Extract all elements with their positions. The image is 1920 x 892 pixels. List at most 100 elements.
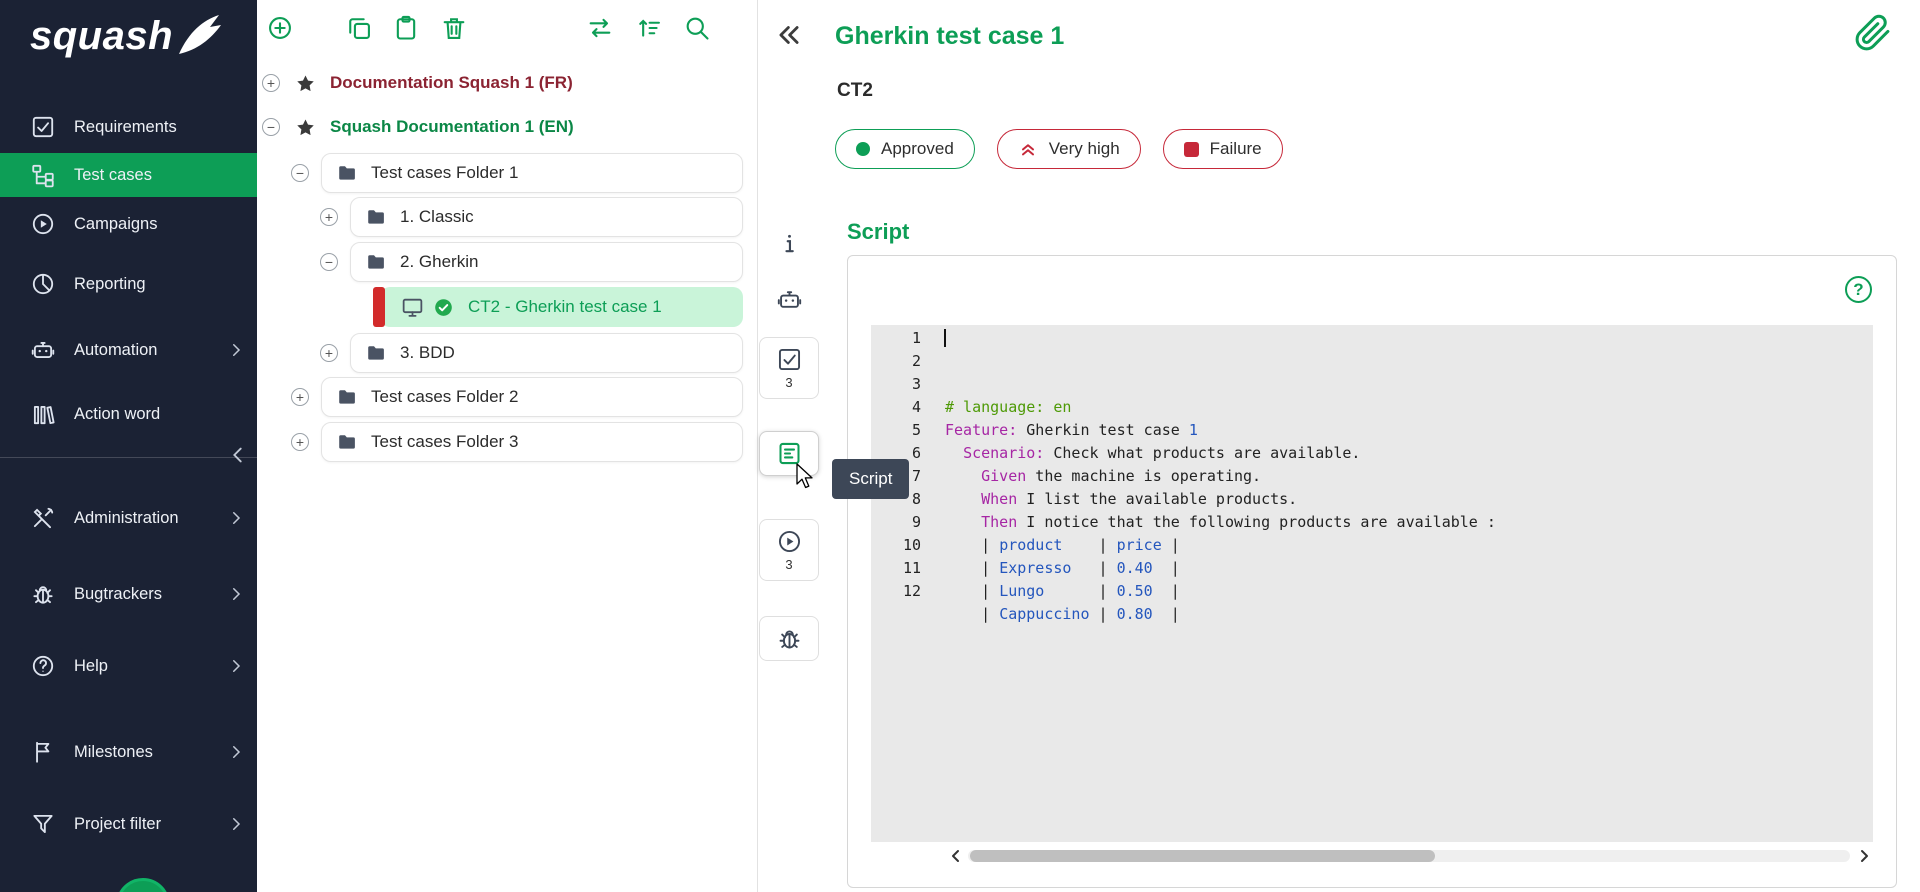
sidebar-item-label: Automation: [74, 341, 157, 360]
chevron-right-icon: [227, 341, 245, 359]
sidebar-item-automation[interactable]: Automation: [0, 328, 257, 372]
sidebar-item-label: Test cases: [74, 166, 152, 185]
attachments-button[interactable]: [1854, 14, 1892, 52]
sidebar-item-label: Action word: [74, 405, 160, 424]
sidebar-item-administration[interactable]: Administration: [0, 496, 257, 540]
folder-icon: [365, 251, 387, 273]
sidebar-item-reporting[interactable]: Reporting: [0, 262, 257, 306]
user-avatar[interactable]: [116, 878, 170, 892]
sidebar-item-label: Help: [74, 657, 108, 676]
tab-issues-button[interactable]: [759, 616, 819, 661]
expand-toggle[interactable]: +: [291, 433, 309, 451]
tree-node-folder-classic[interactable]: 1. Classic: [350, 197, 743, 237]
test-case-tree-panel: + Documentation Squash 1 (FR) − Squash D…: [257, 0, 758, 892]
scroll-left-button[interactable]: [948, 848, 964, 864]
tooltip: Script: [832, 459, 909, 499]
folder-icon: [336, 431, 358, 453]
sidebar-item-label: Project filter: [74, 815, 161, 834]
tree-node-folder-bdd[interactable]: 3. BDD: [350, 333, 743, 373]
tree-node-project-fr[interactable]: Documentation Squash 1 (FR): [295, 63, 573, 103]
expand-toggle[interactable]: +: [262, 74, 280, 92]
expand-toggle[interactable]: +: [320, 344, 338, 362]
chevron-right-icon: [227, 585, 245, 603]
bug-icon: [776, 625, 803, 652]
library-icon: [30, 401, 56, 427]
new-button[interactable]: [262, 10, 298, 46]
robot-icon: [30, 337, 56, 363]
tree-node-label: Squash Documentation 1 (EN): [330, 117, 574, 137]
sidebar-item-campaigns[interactable]: Campaigns: [0, 202, 257, 246]
sidebar-item-project-filter[interactable]: Project filter: [0, 802, 257, 846]
gherkin-editor[interactable]: 123456789101112 # language: enFeature: G…: [871, 325, 1873, 842]
tab-script-button[interactable]: [759, 431, 819, 476]
bug-icon: [30, 581, 56, 607]
collapse-panel-button[interactable]: [774, 20, 804, 50]
scrollbar-thumb[interactable]: [970, 850, 1435, 862]
sidebar-item-label: Milestones: [74, 743, 153, 762]
execution-status-badge[interactable]: Failure: [1163, 129, 1283, 169]
sort-button[interactable]: [631, 10, 667, 46]
tree-node-folder-1[interactable]: Test cases Folder 1: [321, 153, 743, 193]
chevron-right-icon: [227, 743, 245, 761]
importance-badge[interactable]: Very high: [997, 129, 1141, 169]
tab-executions-button[interactable]: 3: [759, 519, 819, 581]
collapse-toggle[interactable]: −: [262, 118, 280, 136]
sidebar-item-label: Campaigns: [74, 215, 157, 234]
sidebar-collapse-button[interactable]: [227, 444, 249, 466]
chevron-right-icon: [227, 815, 245, 833]
sidebar-item-help[interactable]: Help: [0, 644, 257, 688]
tree-node-folder-gherkin[interactable]: 2. Gherkin: [350, 242, 743, 282]
chevron-right-icon: [227, 657, 245, 675]
tree-node-label: CT2 - Gherkin test case 1: [468, 297, 662, 317]
milestone-marker: [373, 287, 385, 327]
sidebar-item-milestones[interactable]: Milestones: [0, 730, 257, 774]
copy-button[interactable]: [341, 10, 377, 46]
expand-toggle[interactable]: +: [320, 208, 338, 226]
star-icon: [295, 117, 316, 138]
transfer-button[interactable]: [582, 10, 618, 46]
tree-node-folder-2[interactable]: Test cases Folder 2: [321, 377, 743, 417]
test-cases-icon: [30, 162, 56, 188]
folder-icon: [336, 386, 358, 408]
steps-count-badge: 3: [785, 375, 792, 390]
search-button[interactable]: [679, 10, 715, 46]
scroll-right-button[interactable]: [1856, 848, 1872, 864]
star-icon: [295, 73, 316, 94]
sidebar-item-label: Bugtrackers: [74, 585, 162, 604]
sidebar-item-bugtrackers[interactable]: Bugtrackers: [0, 572, 257, 616]
play-circle-icon: [776, 528, 803, 555]
paste-button[interactable]: [388, 10, 424, 46]
expand-toggle[interactable]: +: [291, 388, 309, 406]
tab-steps-button[interactable]: 3: [759, 337, 819, 399]
status-check-icon: [433, 297, 454, 318]
tab-automation-button[interactable]: [767, 284, 811, 315]
squash-logo[interactable]: squash: [30, 12, 221, 60]
folder-icon: [336, 162, 358, 184]
logo-swoosh-icon: [177, 12, 221, 60]
sidebar-item-action-word[interactable]: Action word: [0, 392, 257, 436]
test-case-reference: CT2: [837, 80, 873, 102]
collapse-toggle[interactable]: −: [320, 253, 338, 271]
tree-node-folder-3[interactable]: Test cases Folder 3: [321, 422, 743, 462]
text-caret: [944, 329, 946, 347]
info-icon: [776, 230, 803, 257]
script-icon: [776, 440, 803, 467]
collapse-toggle[interactable]: −: [291, 164, 309, 182]
requirements-icon: [30, 114, 56, 140]
flag-icon: [30, 739, 56, 765]
tab-information-button[interactable]: [767, 228, 811, 259]
tree-node-label: Test cases Folder 1: [371, 163, 518, 183]
delete-button[interactable]: [436, 10, 472, 46]
importance-badge-label: Very high: [1049, 139, 1120, 159]
tools-icon: [30, 505, 56, 531]
reporting-icon: [30, 271, 56, 297]
tree-node-label: 3. BDD: [400, 343, 455, 363]
tree-node-testcase-selected[interactable]: CT2 - Gherkin test case 1: [380, 287, 743, 327]
sidebar-item-requirements[interactable]: Requirements: [0, 105, 257, 149]
help-button[interactable]: ?: [1845, 276, 1872, 303]
tree-node-project-en[interactable]: Squash Documentation 1 (EN): [295, 107, 574, 147]
sidebar-item-test-cases[interactable]: Test cases: [0, 153, 257, 197]
status-badge[interactable]: Approved: [835, 129, 975, 169]
status-dot-icon: [856, 142, 870, 156]
horizontal-scrollbar[interactable]: [968, 850, 1850, 862]
